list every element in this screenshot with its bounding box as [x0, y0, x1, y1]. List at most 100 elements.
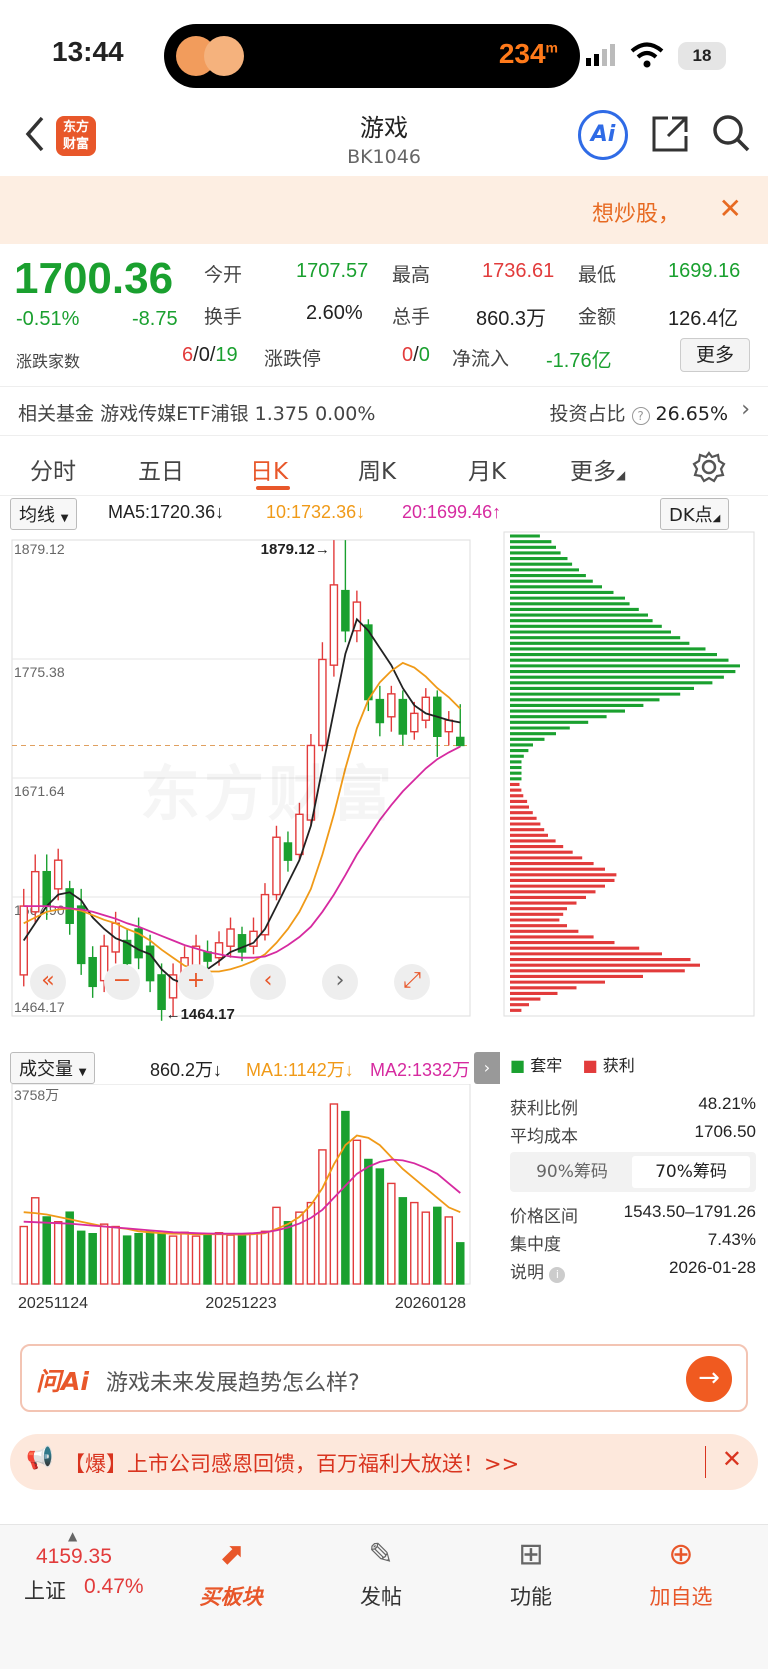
info-icon: i: [549, 1267, 566, 1283]
ask-ai-brand: 问Ai: [36, 1367, 89, 1396]
index-change: 0.47%: [84, 1575, 144, 1598]
search-icon[interactable]: [710, 112, 752, 154]
volume-bar: [214, 1232, 224, 1285]
grid-icon: ⊞: [518, 1537, 544, 1572]
expand-arrow-icon[interactable]: ›: [474, 1052, 500, 1084]
index-name: 上证: [24, 1579, 66, 1603]
candle-body: [318, 658, 327, 747]
index-ticker[interactable]: ▲ 4159.35 上证 0.47%: [0, 1525, 150, 1635]
candle-body: [145, 945, 155, 982]
volume-bar: [387, 1182, 396, 1285]
ai-button[interactable]: Ai: [578, 110, 628, 160]
arrow-right-icon[interactable]: →: [686, 1356, 732, 1402]
tab-five-day[interactable]: 五日: [138, 452, 184, 486]
candle-body: [157, 974, 166, 1011]
dk-select[interactable]: DK点◢: [660, 498, 730, 530]
ma20-legend: 20:1699.46↑: [402, 502, 502, 522]
speed-readout: 234m: [498, 38, 558, 69]
buy-block-button[interactable]: ⬈ 买板块: [156, 1525, 306, 1611]
high-label: 最高: [392, 264, 431, 286]
fast-back-button[interactable]: «: [30, 964, 66, 1000]
volume-bar: [42, 1216, 51, 1285]
volume-bar: [111, 1225, 120, 1285]
volume-bar: [157, 1233, 166, 1285]
close-icon[interactable]: ✕: [719, 192, 742, 225]
wifi-icon: [630, 42, 664, 68]
function-button[interactable]: ⊞ 功能: [456, 1525, 606, 1611]
volume-bar: [398, 1197, 408, 1285]
tab-daily-k[interactable]: 日K: [250, 452, 288, 486]
ask-ai-question[interactable]: 游戏未来发展趋势怎么样?: [106, 1365, 360, 1397]
x-tick-label: 20260128: [395, 1295, 466, 1312]
tab-weekly-k[interactable]: 周K: [358, 452, 396, 486]
avg-cost-value: 1706.50: [694, 1122, 756, 1141]
volume-chart[interactable]: 3758万 20251124 20251223 20260128: [0, 1084, 500, 1316]
volume-bar: [341, 1110, 350, 1285]
step-forward-button[interactable]: ›: [322, 964, 358, 1000]
promo-text[interactable]: 【爆】上市公司感恩回馈，百万福利大放送！>>: [64, 1448, 519, 1478]
post-button[interactable]: ✎ 发帖: [306, 1525, 456, 1611]
chip-legend: ■ 套牢 ■ 获利: [510, 1056, 635, 1075]
volume-bar: [19, 1225, 29, 1285]
volume-bar: [145, 1230, 155, 1285]
divider: [705, 1446, 706, 1478]
edit-icon: ✎: [368, 1537, 394, 1572]
profit-ratio-value: 48.21%: [698, 1094, 756, 1113]
volume-bar: [30, 1197, 40, 1285]
tab-70-chips[interactable]: 70%筹码: [632, 1156, 750, 1188]
candle-body: [421, 696, 431, 721]
candle-body: [76, 905, 86, 965]
zoom-out-button[interactable]: −: [104, 964, 140, 1000]
more-button[interactable]: 更多: [680, 338, 750, 372]
tab-minute[interactable]: 分时: [30, 452, 76, 486]
netflow-value: -1.76亿: [546, 350, 612, 372]
step-back-button[interactable]: ‹: [250, 964, 286, 1000]
candle-body: [398, 698, 408, 735]
promo-strip[interactable]: 📢 【爆】上市公司感恩回馈，百万福利大放送！>> ✕: [10, 1434, 758, 1490]
x-tick-label: 20251124: [18, 1295, 88, 1312]
volume-bar: [444, 1216, 454, 1285]
limit-value: 0/0: [402, 344, 430, 366]
amount-value: 126.4亿: [668, 308, 739, 330]
promo-banner[interactable]: 想炒股， ✕: [0, 176, 768, 244]
close-icon[interactable]: ✕: [722, 1445, 742, 1473]
tab-more[interactable]: 更多◢: [570, 452, 625, 486]
volume-bar: [168, 1235, 178, 1285]
volume-select[interactable]: 成交量 ▼: [10, 1052, 96, 1084]
vol-ma1-legend: MA1:1142万↓: [246, 1060, 354, 1080]
candle-body: [410, 712, 419, 733]
related-fund-row[interactable]: 相关基金 游戏传媒ETF浦银 1.375 0.00% 投资占比 ? 26.65%…: [0, 386, 768, 436]
quote-panel: 1700.36 -0.51% -8.75 今开 1707.57 最高 1736.…: [0, 246, 768, 382]
candle-body: [226, 928, 235, 947]
fullscreen-button[interactable]: ⤢: [394, 964, 430, 1000]
current-price: 1700.36: [14, 254, 174, 303]
nav-bar: 东方 财富 游戏 BK1046 Ai: [0, 100, 768, 174]
volume-bar: [191, 1235, 201, 1285]
caret-up-icon: ▲: [68, 1529, 78, 1543]
y-tick-label: 1775.38: [14, 664, 65, 680]
zoom-in-button[interactable]: +: [178, 964, 214, 1000]
change-value: -8.75: [132, 308, 178, 330]
indicator-select[interactable]: 均线 ▼: [10, 498, 78, 530]
volume-bar: [76, 1230, 86, 1285]
avatar-icon: [204, 36, 244, 76]
volume-bar: [99, 1223, 109, 1285]
volume-bar: [226, 1234, 235, 1285]
gear-icon[interactable]: [692, 450, 726, 484]
volume-bar: [53, 1221, 63, 1285]
low-marker: ←1464.17: [166, 1006, 235, 1023]
price-range-value: 1543.50–1791.26: [623, 1202, 756, 1221]
ask-ai-bar[interactable]: 问Ai 游戏未来发展趋势怎么样? →: [20, 1344, 748, 1412]
tab-90-chips[interactable]: 90%筹码: [516, 1156, 628, 1188]
volume-bar: [433, 1206, 442, 1285]
share-icon[interactable]: [650, 114, 690, 154]
candle-body: [455, 736, 465, 747]
candle-body: [444, 719, 454, 733]
chip-tabs: 90%筹码 70%筹码: [510, 1152, 756, 1192]
volume-bar: [180, 1231, 189, 1285]
chip-distribution: [503, 531, 755, 1017]
tab-monthly-k[interactable]: 月K: [468, 452, 506, 486]
volume-bar: [375, 1168, 385, 1285]
netflow-label: 净流入: [452, 348, 510, 370]
add-watchlist-button[interactable]: ⊕ 加自选: [606, 1525, 756, 1611]
